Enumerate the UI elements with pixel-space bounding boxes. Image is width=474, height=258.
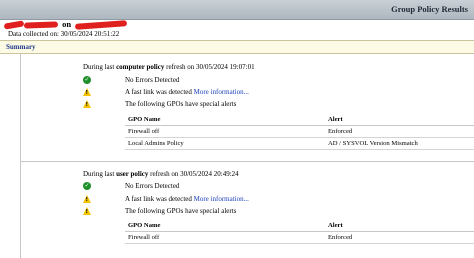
table-header-row: GPO Name Alert <box>125 114 474 126</box>
redacted-host-mark <box>75 20 128 30</box>
gpo-alerts-table: GPO Name Alert Firewall off Enforced Loc… <box>125 114 474 150</box>
alert-cell: AD / SYSVOL Version Mismatch <box>325 137 474 150</box>
alert-cell: Enforced <box>325 125 474 138</box>
redacted-user-mark <box>3 20 25 30</box>
user-policy-heading: During last user policy refresh on 30/05… <box>83 170 239 178</box>
column-header-alert: Alert <box>325 220 474 232</box>
section-divider <box>21 161 474 162</box>
gpo-name-cell: Local Admins Policy <box>125 137 325 150</box>
computer-policy-section: During last computer policy refresh on 3… <box>21 54 474 162</box>
fast-link-text: A fast link was detected More informatio… <box>125 195 249 203</box>
warning-icon <box>83 100 91 108</box>
warning-icon <box>83 88 91 96</box>
redacted-user-mark <box>23 21 59 29</box>
more-information-link[interactable]: More information... <box>194 195 249 203</box>
success-check-icon: ✓ <box>83 182 91 190</box>
table-header-row: GPO Name Alert <box>125 220 474 232</box>
table-row: Local Admins Policy AD / SYSVOL Version … <box>125 137 474 150</box>
table-row: Firewall off Enforced <box>125 125 474 138</box>
warning-icon <box>83 195 91 203</box>
special-alerts-text: The following GPOs have special alerts <box>125 207 237 215</box>
alert-cell: Enforced <box>325 231 474 244</box>
summary-bar[interactable]: Summary <box>0 40 474 54</box>
more-information-link[interactable]: More information... <box>194 88 249 96</box>
warning-icon <box>83 207 91 215</box>
gpo-name-cell: Firewall off <box>125 125 325 138</box>
summary-label[interactable]: Summary <box>6 43 36 51</box>
column-header-alert: Alert <box>325 114 474 126</box>
window-title: Group Policy Results <box>391 4 468 14</box>
no-errors-text: No Errors Detected <box>125 76 180 84</box>
table-row: Firewall off Enforced <box>125 231 474 244</box>
user-policy-section: During last user policy refresh on 30/05… <box>21 170 474 258</box>
title-bar: Group Policy Results <box>0 0 474 20</box>
no-errors-text: No Errors Detected <box>125 182 180 190</box>
special-alerts-text: The following GPOs have special alerts <box>125 100 237 108</box>
gpo-name-cell: Firewall off <box>125 231 325 244</box>
success-check-icon: ✓ <box>83 76 91 84</box>
gpo-alerts-table: GPO Name Alert Firewall off Enforced <box>125 220 474 244</box>
column-header-gpo-name: GPO Name <box>125 220 325 232</box>
computer-policy-heading: During last computer policy refresh on 3… <box>83 63 255 71</box>
fast-link-text: A fast link was detected More informatio… <box>125 88 249 96</box>
column-header-gpo-name: GPO Name <box>125 114 325 126</box>
host-separator: on <box>62 19 72 29</box>
collected-timestamp: Data collected on: 30/05/2024 20:51:22 <box>8 30 120 38</box>
results-content: During last computer policy refresh on 3… <box>20 54 474 258</box>
host-line: on <box>3 19 128 30</box>
